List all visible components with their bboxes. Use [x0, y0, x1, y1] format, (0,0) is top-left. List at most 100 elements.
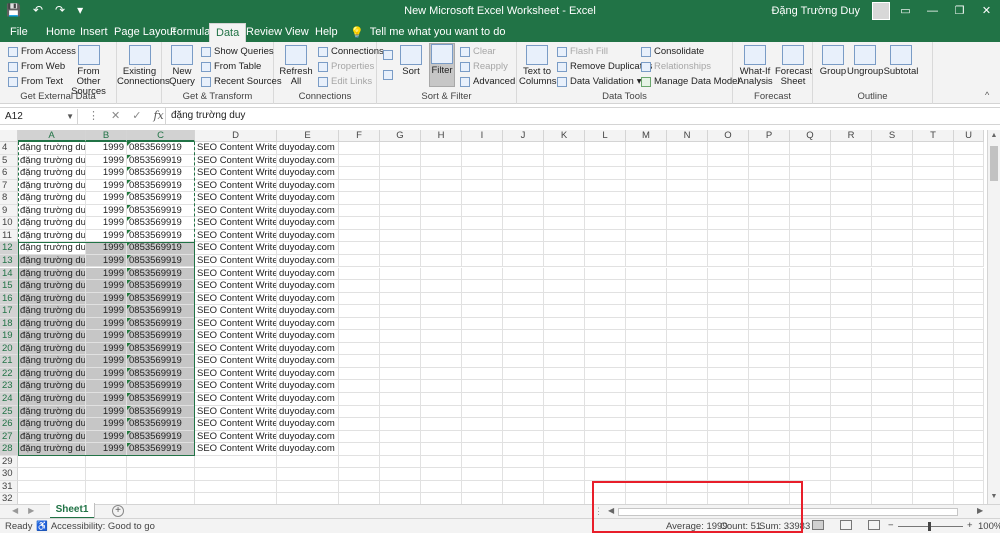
cell-m20[interactable]	[626, 342, 667, 356]
cell-f31[interactable]	[339, 480, 380, 494]
next-sheet-icon[interactable]: ▶	[28, 506, 34, 515]
cell-f29[interactable]	[339, 455, 380, 469]
cell-o14[interactable]	[708, 267, 749, 281]
clear-button[interactable]: Clear	[460, 46, 496, 57]
column-header-a[interactable]: A	[18, 130, 86, 142]
row-header[interactable]: 6	[0, 167, 18, 180]
cell-q16[interactable]	[790, 292, 831, 306]
cell-k16[interactable]	[544, 292, 585, 306]
cell-l20[interactable]	[585, 342, 626, 356]
cell-r19[interactable]	[831, 330, 872, 343]
cell-k7[interactable]	[544, 179, 585, 193]
cell-t23[interactable]	[913, 380, 954, 393]
cell-f28[interactable]	[339, 443, 380, 456]
cell-q11[interactable]	[790, 229, 831, 243]
cell-a28[interactable]: đặng trường duy	[18, 443, 86, 456]
cell-c24[interactable]: 0853569919	[127, 393, 195, 406]
cell-r24[interactable]	[831, 393, 872, 406]
cell-j30[interactable]	[503, 468, 544, 481]
cell-e15[interactable]: duyoday.com	[277, 280, 339, 293]
cell-i31[interactable]	[462, 480, 503, 494]
column-header-r[interactable]: R	[831, 130, 872, 142]
cell-d5[interactable]: SEO Content Writer	[195, 154, 277, 168]
cancel-icon[interactable]: ✕	[111, 109, 120, 122]
row-header[interactable]: 30	[0, 468, 18, 481]
cell-u20[interactable]	[954, 342, 984, 356]
cell-h17[interactable]	[421, 305, 462, 318]
cell-p5[interactable]	[749, 154, 790, 168]
cell-r15[interactable]	[831, 280, 872, 293]
cell-c18[interactable]: 0853569919	[127, 317, 195, 331]
cell-d26[interactable]: SEO Content Writer	[195, 418, 277, 431]
tab-insert[interactable]: Insert	[80, 26, 108, 38]
cell-q22[interactable]	[790, 367, 831, 381]
cell-o9[interactable]	[708, 204, 749, 218]
cell-p16[interactable]	[749, 292, 790, 306]
cell-n8[interactable]	[667, 192, 708, 205]
cell-g8[interactable]	[380, 192, 421, 205]
cell-c4[interactable]: 0853569919	[127, 142, 195, 155]
cell-h5[interactable]	[421, 154, 462, 168]
cell-s26[interactable]	[872, 418, 913, 431]
cell-s9[interactable]	[872, 204, 913, 218]
cell-f10[interactable]	[339, 217, 380, 230]
cell-b31[interactable]	[86, 480, 127, 494]
add-sheet-icon[interactable]: +	[112, 505, 124, 517]
cell-o26[interactable]	[708, 418, 749, 431]
cell-k24[interactable]	[544, 393, 585, 406]
cell-e14[interactable]: duyoday.com	[277, 267, 339, 281]
cell-s16[interactable]	[872, 292, 913, 306]
cell-q4[interactable]	[790, 142, 831, 155]
cell-o18[interactable]	[708, 317, 749, 331]
cell-q19[interactable]	[790, 330, 831, 343]
scroll-down-icon[interactable]: ▼	[988, 493, 1000, 500]
formula-input[interactable]: đặng trường duy	[165, 108, 985, 124]
sort-za-button[interactable]	[383, 70, 393, 80]
cell-t20[interactable]	[913, 342, 954, 356]
cell-a6[interactable]: đặng trường duy	[18, 167, 86, 180]
column-header-p[interactable]: P	[749, 130, 790, 142]
cell-a31[interactable]	[18, 480, 86, 494]
cell-r25[interactable]	[831, 405, 872, 419]
cell-k22[interactable]	[544, 367, 585, 381]
refresh-all-button[interactable]: Refresh All	[278, 45, 314, 87]
name-box[interactable]: A12 ▼	[2, 109, 78, 124]
cell-d30[interactable]	[195, 468, 277, 481]
cell-e20[interactable]: duyoday.com	[277, 342, 339, 356]
cell-g10[interactable]	[380, 217, 421, 230]
cell-j21[interactable]	[503, 355, 544, 368]
cell-r17[interactable]	[831, 305, 872, 318]
cell-i8[interactable]	[462, 192, 503, 205]
cell-l26[interactable]	[585, 418, 626, 431]
cell-k28[interactable]	[544, 443, 585, 456]
cell-i12[interactable]	[462, 242, 503, 255]
column-header-j[interactable]: J	[503, 130, 544, 142]
cell-b16[interactable]: 1999	[86, 292, 127, 306]
cell-f12[interactable]	[339, 242, 380, 255]
column-header-q[interactable]: Q	[790, 130, 831, 142]
cell-p9[interactable]	[749, 204, 790, 218]
cell-e26[interactable]: duyoday.com	[277, 418, 339, 431]
cell-a9[interactable]: đặng trường duy	[18, 204, 86, 218]
cell-p26[interactable]	[749, 418, 790, 431]
cell-f14[interactable]	[339, 267, 380, 281]
cell-s10[interactable]	[872, 217, 913, 230]
cell-m31[interactable]	[626, 480, 667, 494]
cell-h29[interactable]	[421, 455, 462, 469]
cell-h27[interactable]	[421, 430, 462, 444]
cell-a20[interactable]: đặng trường duy	[18, 342, 86, 356]
minimize-icon[interactable]: —	[919, 0, 946, 23]
row-header[interactable]: 24	[0, 393, 18, 406]
cell-q8[interactable]	[790, 192, 831, 205]
show-queries-button[interactable]: Show Queries	[201, 46, 274, 57]
cell-j9[interactable]	[503, 204, 544, 218]
cell-e12[interactable]: duyoday.com	[277, 242, 339, 255]
cell-l29[interactable]	[585, 455, 626, 469]
cell-a29[interactable]	[18, 455, 86, 469]
cell-r9[interactable]	[831, 204, 872, 218]
cell-d25[interactable]: SEO Content Writer	[195, 405, 277, 419]
cell-l32[interactable]	[585, 493, 626, 504]
cell-i9[interactable]	[462, 204, 503, 218]
cell-e30[interactable]	[277, 468, 339, 481]
cell-g18[interactable]	[380, 317, 421, 331]
